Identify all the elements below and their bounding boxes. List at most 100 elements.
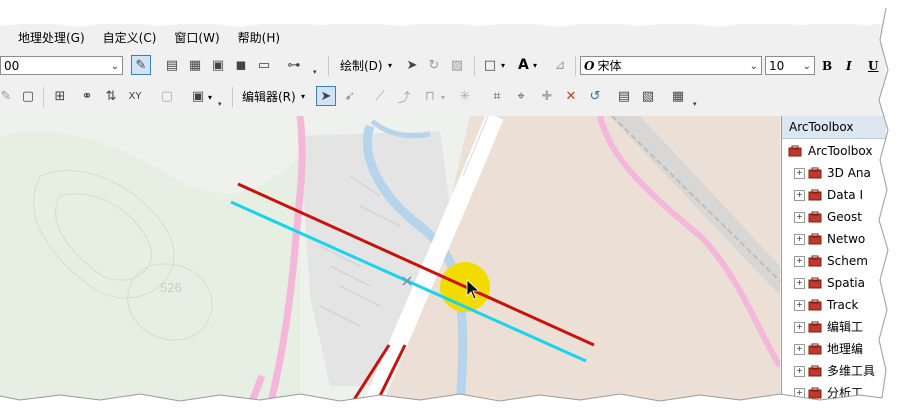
- menu-geoprocessing[interactable]: 地理处理(G): [0, 27, 94, 49]
- straight-segment-icon[interactable]: ⟋: [370, 86, 390, 106]
- split-tool-icon[interactable]: ✕: [561, 86, 581, 106]
- toolbar-grip-icon[interactable]: ▾: [313, 68, 320, 76]
- table-of-contents-icon[interactable]: ▤: [162, 55, 182, 75]
- toolbox-item-label: Geost: [827, 210, 862, 224]
- font-type-icon: O: [584, 59, 595, 73]
- go-to-xy-icon[interactable]: XY: [125, 86, 145, 106]
- expand-plus-icon[interactable]: +: [794, 212, 805, 223]
- toolbar-separator: [232, 87, 233, 107]
- toolbox-icon: [808, 189, 822, 201]
- html-popup-icon[interactable]: ▢: [18, 86, 38, 106]
- find-route-icon[interactable]: ⇅: [101, 86, 121, 106]
- toolbox-item[interactable]: + Track: [794, 295, 858, 315]
- toolbox-item-label: 多维工具: [827, 364, 876, 378]
- arctoolbox-icon[interactable]: ◼: [231, 55, 251, 75]
- toolbox-icon: [808, 387, 822, 399]
- font-name-combo[interactable]: O 宋体 ⌄: [580, 56, 762, 75]
- toolbox-item[interactable]: + 地理编: [794, 339, 863, 359]
- end-point-arc-icon[interactable]: ⤴: [394, 86, 414, 106]
- menu-help[interactable]: 帮助(H): [229, 27, 289, 49]
- menu-customize[interactable]: 自定义(C): [94, 27, 166, 49]
- scale-combo[interactable]: 00 ⌄: [0, 56, 123, 75]
- find-binoculars-icon[interactable]: ⚭: [77, 86, 97, 106]
- edit-annotation-icon[interactable]: ➹: [340, 86, 360, 106]
- expand-plus-icon[interactable]: +: [794, 366, 805, 377]
- drawing-dropdown-icon[interactable]: ▾: [388, 56, 392, 76]
- expand-plus-icon[interactable]: +: [794, 388, 805, 399]
- edit-vertices-icon[interactable]: ⌗: [487, 86, 507, 106]
- toolbox-root-label: ArcToolbox: [808, 144, 873, 158]
- toolbox-icon: [808, 211, 822, 223]
- rotate-tool-icon[interactable]: ↺: [585, 86, 605, 106]
- font-size-value: 10: [769, 59, 785, 73]
- edit-tool-icon[interactable]: ➤: [316, 86, 336, 106]
- editor-toolbar-icon[interactable]: ✎: [131, 55, 151, 75]
- arctoolbox-title: ArcToolbox: [782, 116, 886, 139]
- font-size-combo[interactable]: 10 ⌄: [765, 56, 815, 75]
- underline-button[interactable]: U: [868, 56, 878, 76]
- scale-value: 00: [4, 59, 20, 73]
- expand-plus-icon[interactable]: +: [794, 234, 805, 245]
- menu-windows[interactable]: 窗口(W): [165, 27, 228, 49]
- construction-dropdown-icon[interactable]: ▾: [441, 88, 445, 108]
- toolbar-grip-icon[interactable]: ▾: [218, 100, 225, 108]
- text-dropdown-icon[interactable]: ▾: [533, 56, 537, 76]
- map-view[interactable]: 526 MC: [0, 116, 780, 404]
- viewer-dropdown-icon[interactable]: ▾: [208, 88, 212, 108]
- toolbox-item[interactable]: + 编辑工: [794, 317, 863, 337]
- toolbox-item[interactable]: + 多维工具: [794, 361, 875, 381]
- rotate-icon[interactable]: ↻: [424, 55, 444, 75]
- reshape-feature-icon[interactable]: ⌖: [511, 86, 531, 106]
- toolbar-grip-icon[interactable]: ▾: [693, 100, 700, 108]
- point-icon[interactable]: ✳: [455, 86, 475, 106]
- toolbar-separator: [474, 56, 475, 76]
- create-features-icon[interactable]: ▦: [668, 86, 688, 106]
- italic-button[interactable]: I: [846, 56, 852, 76]
- toolbox-item[interactable]: + Netwo: [794, 229, 865, 249]
- expand-plus-icon[interactable]: +: [794, 168, 805, 179]
- chevron-down-icon: ⌄: [802, 61, 811, 72]
- expand-plus-icon[interactable]: +: [794, 300, 805, 311]
- toolbar-separator: [328, 56, 329, 76]
- sketch-properties-icon[interactable]: ▧: [638, 86, 658, 106]
- toolbox-item[interactable]: + 分析工: [794, 383, 863, 403]
- expand-plus-icon[interactable]: +: [794, 322, 805, 333]
- search-window-icon[interactable]: ▣: [208, 55, 228, 75]
- trace-icon[interactable]: ⊓: [420, 86, 440, 106]
- select-elements-icon[interactable]: ➤: [402, 55, 422, 75]
- catalog-icon[interactable]: ▦: [185, 55, 205, 75]
- toolbox-icon: [808, 233, 822, 245]
- expand-plus-icon[interactable]: +: [794, 344, 805, 355]
- rectangle-dropdown-icon[interactable]: ▾: [501, 56, 505, 76]
- rectangle-icon[interactable]: □: [480, 55, 500, 75]
- bold-button[interactable]: B: [822, 56, 832, 76]
- edit-vertices-icon[interactable]: ⊿: [550, 55, 570, 75]
- toolbox-item[interactable]: + Spatia: [794, 273, 865, 293]
- drawing-menu-button[interactable]: 绘制(D): [340, 56, 383, 76]
- map-canvas[interactable]: 526 MC: [0, 116, 780, 404]
- time-slider-icon[interactable]: ▢: [157, 86, 177, 106]
- cut-polygons-icon[interactable]: ✚: [537, 86, 557, 106]
- toolbox-item[interactable]: + Geost: [794, 207, 862, 227]
- expand-plus-icon[interactable]: +: [794, 278, 805, 289]
- toolbox-item-label: 3D Ana: [827, 166, 871, 180]
- expand-plus-icon[interactable]: +: [794, 256, 805, 267]
- pencil-icon[interactable]: ✎: [0, 86, 16, 106]
- create-viewer-icon[interactable]: ▣: [188, 86, 208, 106]
- arcmap-window: 地理处理(G) 自定义(C) 窗口(W) 帮助(H) 00 ⌄ ✎ ▤ ▦ ▣ …: [0, 24, 886, 404]
- editor-dropdown-icon[interactable]: ▾: [301, 87, 305, 107]
- editor-menu-button[interactable]: 编辑器(R): [242, 87, 296, 107]
- expand-plus-icon[interactable]: +: [794, 190, 805, 201]
- menu-bar: 地理处理(G) 自定义(C) 窗口(W) 帮助(H): [0, 26, 886, 50]
- toolbox-item[interactable]: + Data I: [794, 185, 863, 205]
- python-window-icon[interactable]: ▭: [254, 55, 274, 75]
- text-tool-icon[interactable]: A: [518, 55, 529, 75]
- toolbox-item[interactable]: + Schem: [794, 251, 868, 271]
- attributes-icon[interactable]: ▤: [614, 86, 634, 106]
- toolbox-item[interactable]: +3D Ana: [794, 163, 871, 183]
- toolbox-root[interactable]: ArcToolbox: [788, 141, 872, 161]
- editing-toolbar: ✎ ▢ ⊞ ⚭ ⇅ XY ▢ ▣ ▾ ▾ 编辑器(R) ▾ ➤ ➹ ⟋ ⤴ ⊓ …: [0, 84, 886, 110]
- model-builder-icon[interactable]: ⊶: [284, 55, 304, 75]
- zoom-whole-page-icon[interactable]: ▨: [447, 55, 467, 75]
- measure-icon[interactable]: ⊞: [50, 86, 70, 106]
